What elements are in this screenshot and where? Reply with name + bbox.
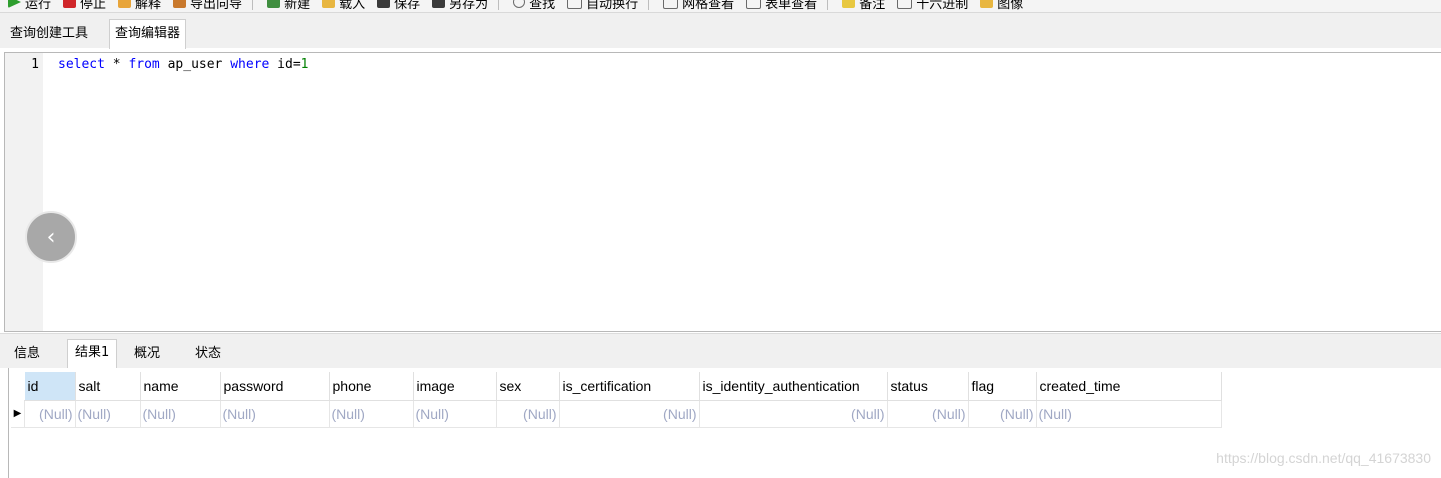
column-header[interactable]: salt (75, 372, 141, 401)
table-cell[interactable]: (Null) (887, 400, 969, 428)
stop-button[interactable]: 停止 (63, 0, 106, 12)
sql-code-line[interactable]: select * from ap_user where id=1 (58, 57, 309, 72)
save-button[interactable]: 保存 (377, 0, 420, 12)
column-header[interactable]: id (24, 372, 76, 401)
token-number: 1 (300, 57, 309, 72)
keyword-from: from (128, 57, 160, 72)
keyword-select: select (58, 57, 105, 72)
token-star: * (104, 57, 129, 72)
column-header[interactable]: created_time (1036, 372, 1222, 401)
column-header[interactable]: sex (496, 372, 560, 401)
new-button[interactable]: 新建 (267, 0, 310, 12)
toolbar-divider (827, 0, 829, 10)
stop-icon (63, 0, 77, 8)
run-icon (8, 0, 21, 8)
memo-button[interactable]: 备注 (842, 0, 885, 12)
table-row[interactable]: ▶ (Null) (Null) (Null) (Null) (Null) (Nu… (11, 400, 1222, 428)
load-icon (322, 0, 336, 8)
image-icon (980, 0, 994, 8)
form-view-icon (746, 0, 762, 9)
table-cell[interactable]: (Null) (329, 400, 414, 428)
table-cell[interactable]: (Null) (413, 400, 497, 428)
hex-button[interactable]: 十六进制 (897, 0, 968, 12)
table-cell[interactable]: (Null) (1036, 400, 1222, 428)
column-header[interactable]: phone (329, 372, 414, 401)
find-button[interactable]: 查找 (513, 0, 555, 12)
tab-status[interactable]: 状态 (188, 342, 228, 366)
new-icon (267, 0, 281, 8)
memo-icon (842, 0, 856, 8)
image-button[interactable]: 图像 (980, 0, 1023, 12)
save-icon (377, 0, 391, 8)
column-header[interactable]: image (413, 372, 497, 401)
token-condition: id= (269, 57, 301, 72)
tab-info[interactable]: 信息 (7, 342, 47, 366)
explain-button[interactable]: 解释 (118, 0, 161, 12)
tab-query-editor[interactable]: 查询编辑器 (109, 19, 187, 49)
line-number: 1 (31, 57, 39, 72)
load-button[interactable]: 载入 (322, 0, 365, 12)
run-button[interactable]: 运行 (8, 0, 51, 12)
token-table: ap_user (159, 57, 231, 72)
column-header[interactable]: is_certification (559, 372, 700, 401)
toolbar-divider (498, 0, 500, 10)
tab-profile[interactable]: 概况 (127, 342, 167, 366)
row-indicator-header (11, 372, 25, 401)
table-cell[interactable]: (Null) (140, 400, 221, 428)
tab-result1[interactable]: 结果1 (67, 339, 118, 368)
explain-icon (118, 0, 132, 8)
word-wrap-button[interactable]: 自动换行 (567, 0, 638, 12)
export-wizard-button[interactable]: 导出向导 (173, 0, 242, 12)
table-cell[interactable]: (Null) (559, 400, 700, 428)
find-icon (513, 0, 526, 8)
form-view-button[interactable]: 表单查看 (746, 0, 817, 12)
table-cell[interactable]: (Null) (75, 400, 141, 428)
sql-editor[interactable]: 1 select * from ap_user where id=1 ‹ (4, 52, 1441, 332)
toolbar-divider (648, 0, 650, 10)
word-wrap-icon (567, 0, 583, 9)
column-header[interactable]: status (887, 372, 969, 401)
watermark: https://blog.csdn.net/qq_41673830 (1216, 450, 1431, 466)
grid-view-button[interactable]: 网格查看 (663, 0, 734, 12)
tab-query-builder[interactable]: 查询创建工具 (5, 21, 93, 47)
result-tab-bar: 信息 结果1 概况 状态 (0, 333, 1441, 368)
grid-view-icon (663, 0, 679, 9)
editor-tab-bar: 查询创建工具 查询编辑器 (0, 13, 1441, 49)
save-as-icon (432, 0, 446, 8)
current-row-indicator-icon: ▶ (11, 400, 25, 428)
table-cell[interactable]: (Null) (24, 400, 76, 428)
keyword-where: where (230, 57, 270, 72)
result-grid: id salt name password phone image sex is… (11, 372, 1222, 428)
table-cell[interactable]: (Null) (496, 400, 560, 428)
column-header[interactable]: is_identity_authentication (699, 372, 888, 401)
chevron-left-icon: ‹ (46, 224, 56, 250)
column-header[interactable]: flag (968, 372, 1037, 401)
collapse-panel-button[interactable]: ‹ (25, 211, 77, 263)
line-number-gutter: 1 (5, 53, 43, 331)
main-toolbar: 运行 停止 解释 导出向导 新建 载入 保存 另存为 查找 自动换行 网格查看 … (0, 0, 1441, 13)
column-header[interactable]: name (140, 372, 221, 401)
toolbar-divider (252, 0, 254, 10)
table-cell[interactable]: (Null) (699, 400, 888, 428)
column-header[interactable]: password (220, 372, 330, 401)
table-cell[interactable]: (Null) (968, 400, 1037, 428)
table-cell[interactable]: (Null) (220, 400, 330, 428)
save-as-button[interactable]: 另存为 (432, 0, 488, 12)
export-wizard-icon (173, 0, 187, 8)
header-row: id salt name password phone image sex is… (11, 372, 1222, 401)
hex-icon (897, 0, 913, 9)
